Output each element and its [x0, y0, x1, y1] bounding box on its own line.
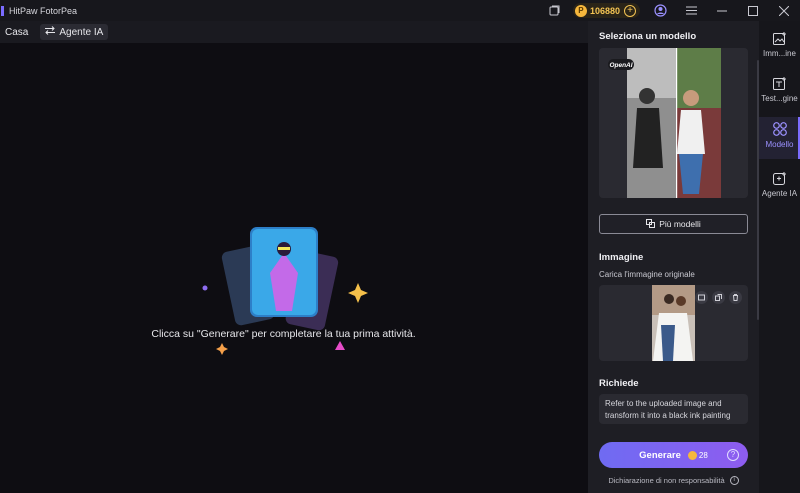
settings-panel: Seleziona un modello OpenAI Più modelli … [588, 21, 759, 493]
generate-button[interactable]: Generare 28 ? [599, 442, 748, 468]
more-models-label: Più modelli [659, 219, 701, 229]
maximize-icon[interactable] [745, 3, 761, 19]
nav-agent-tab[interactable]: Agente IA [40, 24, 109, 40]
nav-home-link[interactable]: Casa [5, 27, 28, 38]
coin-count: 106880 [589, 5, 620, 16]
rail-item-image[interactable]: Imm...ine [759, 26, 800, 68]
prompt-input[interactable]: Refer to the uploaded image and transfor… [599, 394, 748, 424]
title-bar: HitPaw FotorPea P 106880 + [0, 0, 800, 21]
disclaimer-link[interactable]: Dichiarazione di non responsabilità i [599, 476, 748, 485]
text-to-image-icon [772, 74, 787, 92]
add-coins-icon[interactable]: + [624, 4, 636, 17]
empty-state-message: Clicca su "Generare" per completare la t… [151, 328, 416, 340]
gallery-icon[interactable] [547, 3, 563, 19]
info-icon: i [729, 476, 739, 485]
model-badge: OpenAI [609, 62, 632, 69]
models-icon [646, 218, 656, 230]
empty-state-illustration [202, 227, 368, 355]
coin-icon: P [574, 4, 587, 17]
nav-bar: Casa Agente IA [0, 21, 588, 43]
prompt-section-title: Richiede [599, 378, 639, 389]
account-icon[interactable] [652, 3, 668, 19]
rail-item-model[interactable]: Modello [759, 117, 800, 159]
rail-item-ai-agent[interactable]: Agente IA [759, 166, 800, 208]
coin-balance[interactable]: P 106880 + [572, 3, 640, 18]
image-icon [772, 29, 787, 47]
image-upload-area[interactable] [599, 285, 748, 361]
rail-item-label: Test...gine [761, 94, 798, 103]
rail-item-label: Modello [765, 140, 794, 149]
model-section-title: Seleziona un modello [599, 31, 697, 42]
delete-image-icon[interactable] [729, 291, 742, 304]
canvas-area: Clicca su "Generare" per completare la t… [0, 43, 588, 493]
duplicate-image-icon[interactable] [712, 291, 725, 304]
replace-image-icon[interactable] [695, 291, 708, 304]
generate-cost: 28 [698, 450, 708, 460]
menu-icon[interactable] [683, 3, 699, 19]
minimize-icon[interactable] [714, 3, 730, 19]
image-section-subtitle: Carica l'immagine originale [599, 270, 695, 279]
swap-icon [45, 26, 56, 38]
app-title: HitPaw FotorPea [9, 5, 78, 16]
help-icon[interactable]: ? [727, 449, 739, 461]
model-icon [772, 120, 787, 138]
close-icon[interactable] [776, 3, 792, 19]
coin-icon [687, 450, 697, 460]
model-preview[interactable]: OpenAI [599, 48, 748, 198]
nav-agent-label: Agente IA [59, 26, 104, 38]
tool-rail: Imm...ine Test...gine Modello Agente IA [759, 21, 800, 493]
rail-item-label: Imm...ine [763, 49, 796, 58]
disclaimer-label: Dichiarazione di non responsabilità [608, 476, 725, 485]
rail-item-label: Agente IA [761, 189, 798, 198]
image-section-title: Immagine [599, 252, 644, 263]
rail-item-text-to-image[interactable]: Test...gine [759, 71, 800, 113]
generate-label: Generare [639, 449, 681, 461]
app-logo [1, 5, 4, 16]
more-models-button[interactable]: Più modelli [599, 214, 748, 234]
model-preview-image: OpenAI [599, 48, 748, 198]
ai-agent-icon [772, 169, 787, 187]
